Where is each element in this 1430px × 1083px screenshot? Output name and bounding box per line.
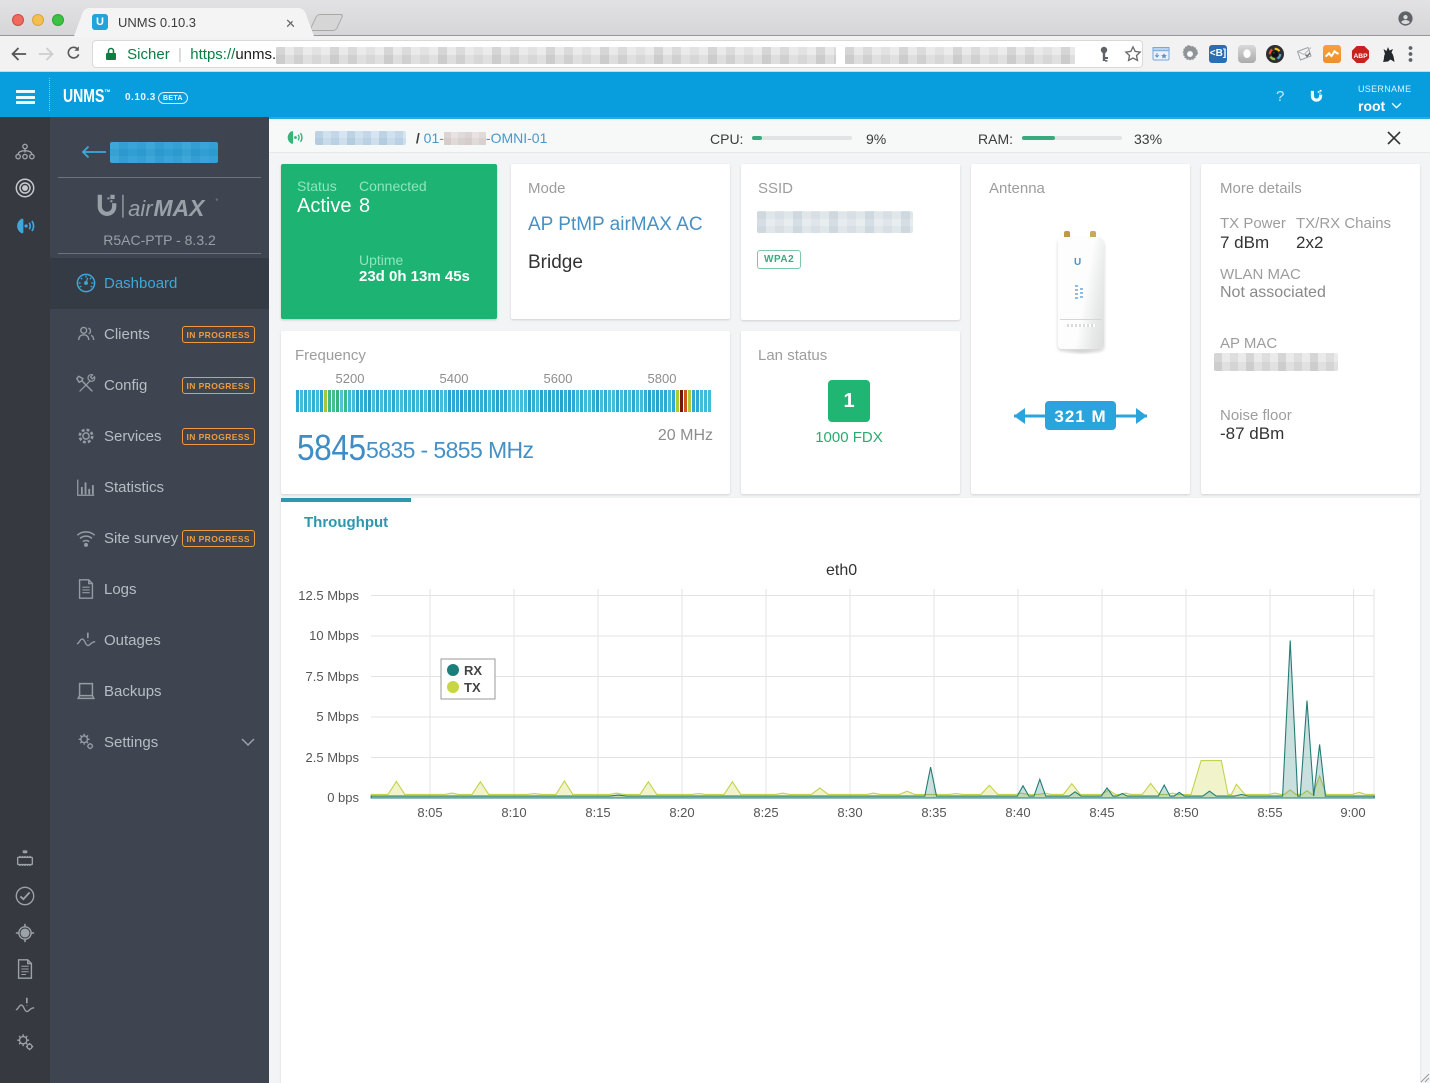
svg-text:2.5 Mbps: 2.5 Mbps	[306, 750, 360, 765]
svg-text:ABP: ABP	[1353, 53, 1368, 60]
svg-text:TX: TX	[464, 680, 481, 695]
svg-text:8:35: 8:35	[921, 805, 946, 820]
svg-text:9:00: 9:00	[1340, 805, 1365, 820]
svg-text:8:45: 8:45	[1089, 805, 1114, 820]
svg-text:MAX: MAX	[154, 195, 207, 221]
svg-text:8:05: 8:05	[417, 805, 442, 820]
svg-text:air: air	[128, 196, 154, 221]
svg-text:12.5 Mbps: 12.5 Mbps	[298, 588, 359, 603]
svg-text:8:10: 8:10	[501, 805, 526, 820]
svg-text:8:40: 8:40	[1005, 805, 1030, 820]
svg-text:10 Mbps: 10 Mbps	[309, 628, 359, 643]
svg-text:7.5 Mbps: 7.5 Mbps	[306, 669, 360, 684]
svg-text:8:20: 8:20	[669, 805, 694, 820]
svg-text:8:25: 8:25	[753, 805, 778, 820]
svg-text:5 Mbps: 5 Mbps	[316, 709, 359, 724]
svg-text:°: °	[215, 196, 218, 205]
svg-text:RX: RX	[464, 663, 482, 678]
svg-text:8:15: 8:15	[585, 805, 610, 820]
svg-text:8:55: 8:55	[1257, 805, 1282, 820]
svg-text:8:50: 8:50	[1173, 805, 1198, 820]
svg-text:321 M: 321 M	[1054, 407, 1106, 426]
svg-text:eth0: eth0	[826, 562, 857, 579]
svg-text:0 bps: 0 bps	[327, 790, 359, 805]
svg-text:8:30: 8:30	[837, 805, 862, 820]
